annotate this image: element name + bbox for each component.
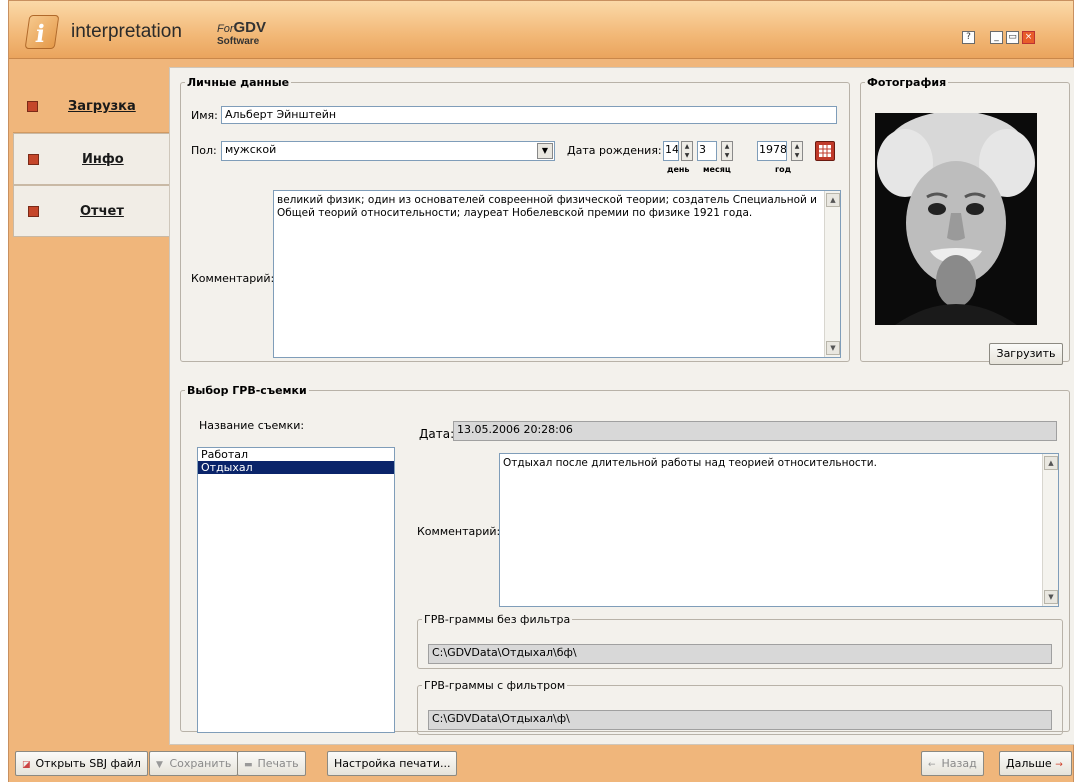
next-label: Дальше (1006, 757, 1052, 770)
app-window: i interpretation ForGDV Software ? _ ▭ ×… (8, 0, 1074, 782)
chevron-down-icon[interactable]: ▼ (537, 143, 553, 159)
save-label: Сохранить (169, 757, 232, 770)
photo-legend: Фотография (867, 76, 947, 89)
arrow-right-icon: → (1055, 760, 1063, 770)
scroll-up-icon[interactable]: ▲ (826, 193, 840, 207)
spin-up-icon[interactable]: ▲ (722, 142, 732, 151)
sidebar: Загрузка Инфо Отчет (13, 81, 170, 237)
scroll-down-icon[interactable]: ▼ (826, 341, 840, 355)
gdv-software-logo: ForGDV Software (217, 19, 266, 47)
open-sbj-button[interactable]: ◪ Открыть SBJ файл (15, 751, 148, 776)
portrait-photo (875, 111, 1037, 325)
spin-down-icon[interactable]: ▼ (722, 151, 732, 160)
list-item-selected[interactable]: Отдыхал (198, 461, 394, 474)
scrollbar[interactable]: ▲ ▼ (824, 191, 840, 357)
session-name-label: Название съемки: (199, 419, 305, 432)
nofilter-path-field: C:\GDVData\Отдыхал\бф\ (428, 644, 1052, 664)
list-item[interactable]: Работал (198, 448, 394, 461)
scroll-up-icon[interactable]: ▲ (1044, 456, 1058, 470)
sidebar-item-label: Инфо (82, 152, 124, 167)
main-content: Личные данные Имя: Альберт Эйнштейн Пол:… (169, 67, 1074, 745)
personal-data-legend: Личные данные (187, 76, 290, 89)
print-setup-button[interactable]: Настройка печати... (327, 751, 458, 776)
minimize-button[interactable]: _ (990, 31, 1003, 44)
help-button[interactable]: ? (962, 31, 975, 44)
save-button[interactable]: ▼ Сохранить (149, 751, 239, 776)
print-label: Печать (257, 757, 299, 770)
session-comment-label: Комментарий: (417, 525, 501, 538)
open-file-icon: ◪ (22, 760, 31, 770)
personal-comment-field[interactable]: великий физик; один из основателей совре… (273, 190, 841, 358)
name-field[interactable]: Альберт Эйнштейн (221, 106, 837, 124)
back-label: Назад (941, 757, 977, 770)
spin-up-icon[interactable]: ▲ (792, 142, 802, 151)
filter-legend: ГРВ-граммы с фильтром (424, 679, 566, 692)
filter-group: ГРВ-граммы с фильтром C:\GDVData\Отдыхал… (417, 679, 1063, 735)
year-field[interactable]: 1978 (757, 141, 787, 161)
sidebar-item-label: Отчет (80, 204, 124, 219)
gdv-text: GDV (233, 19, 267, 36)
sidebar-item-label: Загрузка (68, 99, 136, 114)
day-caption: день (667, 165, 690, 174)
birth-date-label: Дата рождения: (567, 144, 662, 157)
month-field[interactable]: 3 (697, 141, 717, 161)
year-spinner[interactable]: ▲ ▼ (791, 141, 803, 161)
spin-down-icon[interactable]: ▼ (682, 151, 692, 160)
close-button[interactable]: × (1022, 31, 1035, 44)
month-caption: месяц (703, 165, 731, 174)
print-icon: ▬ (244, 760, 253, 770)
filter-path-field: C:\GDVData\Отдыхал\ф\ (428, 710, 1052, 730)
gender-value: мужской (225, 143, 277, 156)
title-bar: i interpretation ForGDV Software ? _ ▭ × (9, 1, 1073, 59)
scrollbar[interactable]: ▲ ▼ (1042, 454, 1058, 606)
gender-select[interactable]: мужской ▼ (221, 141, 555, 161)
date-field: 13.05.2006 20:28:06 (453, 421, 1057, 441)
session-group: Выбор ГРВ-съемки Название съемки: Работа… (180, 384, 1070, 735)
open-sbj-label: Открыть SBJ файл (35, 757, 141, 770)
nav-bullet-icon (27, 101, 38, 112)
name-label: Имя: (191, 109, 218, 122)
sidebar-item-load[interactable]: Загрузка (13, 81, 170, 133)
date-label: Дата: (419, 427, 455, 441)
for-text: For (217, 23, 234, 35)
portrait-image (875, 111, 1037, 325)
next-button[interactable]: Дальше → (999, 751, 1073, 776)
load-photo-button[interactable]: Загрузить (989, 343, 1063, 365)
session-legend: Выбор ГРВ-съемки (187, 384, 307, 397)
session-comment-field[interactable]: Отдыхал после длительной работы над теор… (499, 453, 1059, 607)
app-name: interpretation (71, 21, 182, 42)
day-field[interactable]: 14 (663, 141, 679, 161)
photo-group: Фотография Загрузить (860, 76, 1070, 365)
arrow-left-icon: ← (928, 760, 936, 770)
session-list[interactable]: Работал Отдыхал (197, 447, 395, 733)
software-text: Software (217, 36, 260, 47)
spin-up-icon[interactable]: ▲ (682, 142, 692, 151)
gender-label: Пол: (191, 144, 217, 157)
back-button[interactable]: ← Назад (921, 751, 984, 776)
app-logo: i (24, 15, 60, 49)
session-comment-text: Отдыхал после длительной работы над теор… (503, 457, 877, 469)
personal-data-group: Личные данные Имя: Альберт Эйнштейн Пол:… (180, 76, 850, 362)
nofilter-legend: ГРВ-граммы без фильтра (424, 613, 571, 626)
save-icon: ▼ (156, 760, 163, 770)
sidebar-item-report[interactable]: Отчет (13, 185, 170, 237)
day-spinner[interactable]: ▲ ▼ (681, 141, 693, 161)
spin-down-icon[interactable]: ▼ (792, 151, 802, 160)
calendar-button[interactable] (815, 141, 835, 161)
sidebar-item-info[interactable]: Инфо (13, 133, 170, 185)
personal-comment-label: Комментарий: (191, 272, 275, 285)
nav-bullet-icon (28, 154, 39, 165)
scroll-down-icon[interactable]: ▼ (1044, 590, 1058, 604)
print-button[interactable]: ▬ Печать (237, 751, 306, 776)
month-spinner[interactable]: ▲ ▼ (721, 141, 733, 161)
year-caption: год (775, 165, 792, 174)
nav-bullet-icon (28, 206, 39, 217)
bottom-toolbar: ◪ Открыть SBJ файл ▼ Сохранить ▬ Печать … (9, 745, 1073, 782)
calendar-icon (819, 145, 831, 157)
maximize-button[interactable]: ▭ (1006, 31, 1019, 44)
personal-comment-text: великий физик; один из основателей совре… (277, 194, 817, 219)
nofilter-group: ГРВ-граммы без фильтра C:\GDVData\Отдыха… (417, 613, 1063, 669)
